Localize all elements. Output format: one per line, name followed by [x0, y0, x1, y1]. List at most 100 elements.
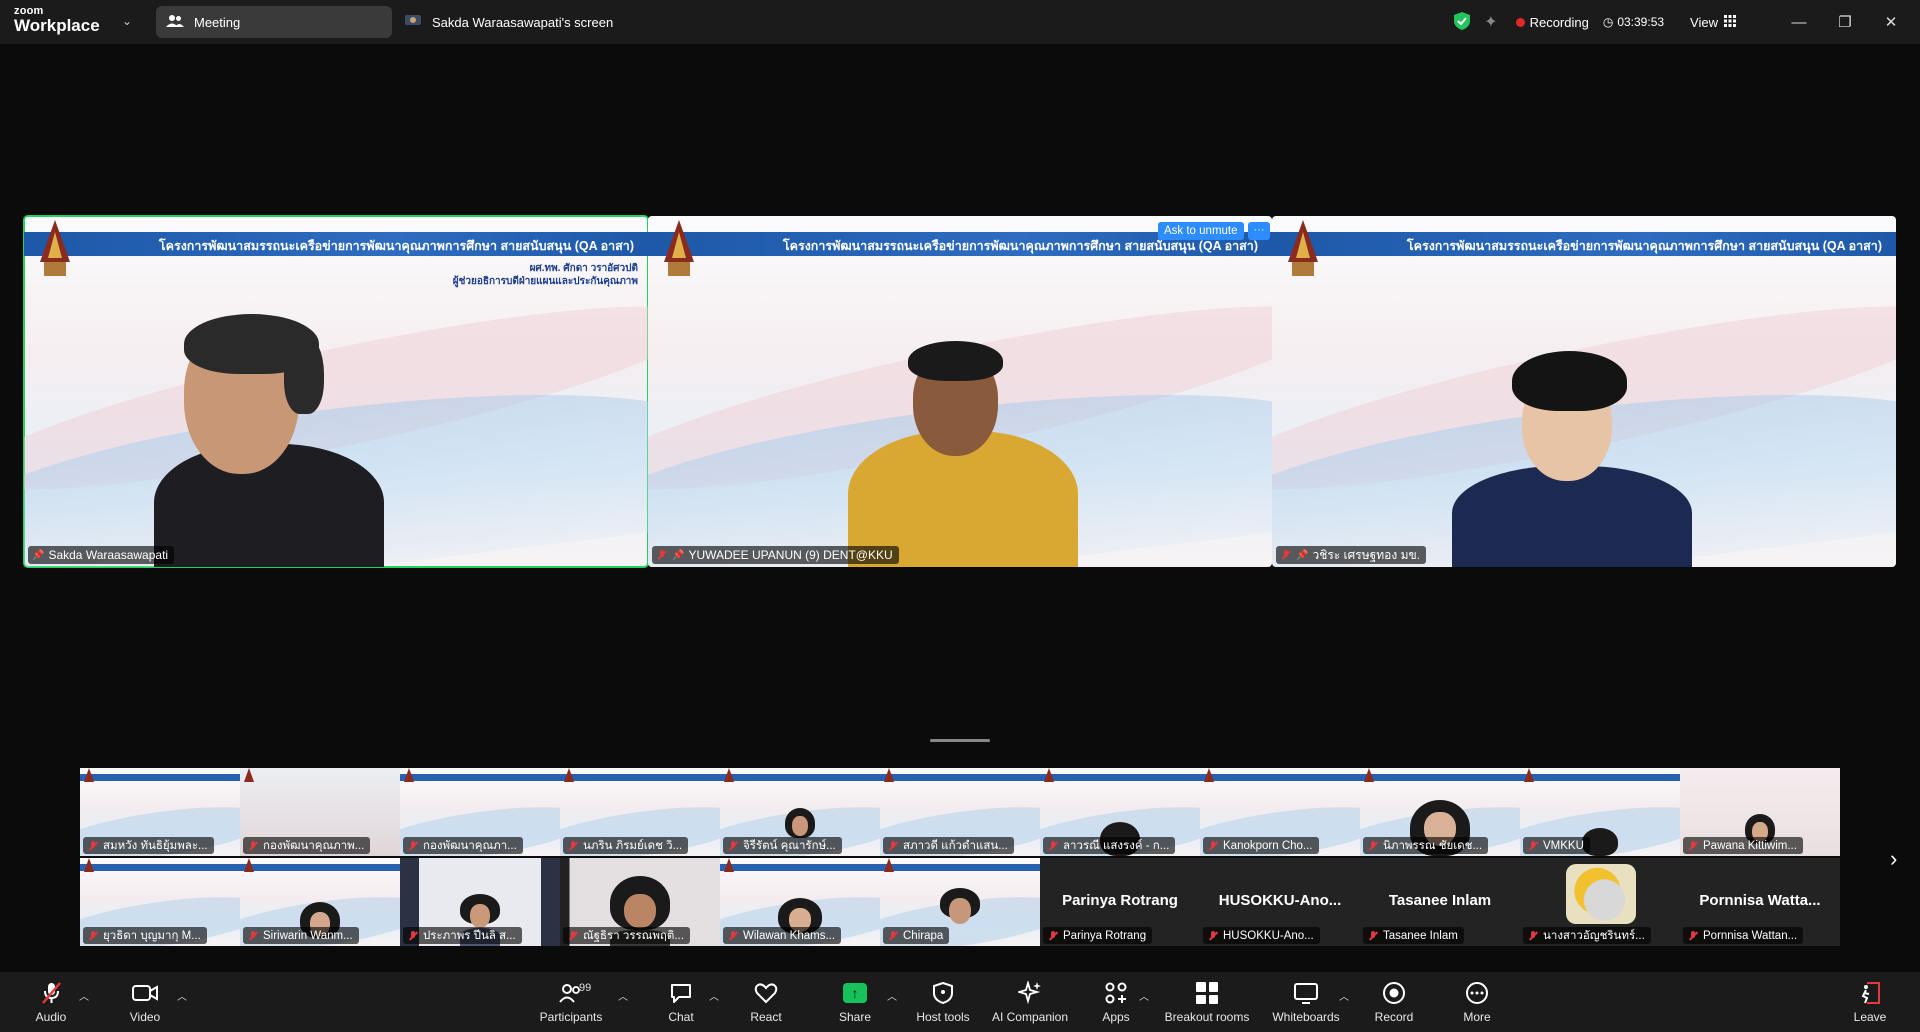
- slide-presenter-info: ผศ.ทพ. ศักดา วราอัศวปติ ผู้ช่วยอธิการบดี…: [453, 262, 638, 288]
- participant-name: ณัฐธิรา วรรณพฤติ...: [583, 929, 684, 942]
- participant-name-tag: นิภาพรรณ ชัยเดช...: [1363, 837, 1489, 854]
- minimize-icon[interactable]: —: [1776, 14, 1822, 31]
- slide-banner: [560, 774, 720, 781]
- thumbnail-tile[interactable]: กองพัฒนาคุณภาพ...: [240, 768, 400, 856]
- participant-name-tag: Pawana Kittiwim...: [1683, 837, 1803, 854]
- leave-button[interactable]: Leave: [1827, 980, 1913, 1024]
- thumbnail-tile[interactable]: นิภาพรรณ ชัยเดช...: [1360, 768, 1520, 856]
- tile-more-options-button[interactable]: ···: [1248, 222, 1270, 240]
- pin-icon: 📌: [1296, 549, 1309, 561]
- meeting-timer: 03:39:53: [1617, 15, 1665, 29]
- video-tile-active-speaker[interactable]: โครงการพัฒนาสมรรถนะเครือข่ายการพัฒนาคุณภ…: [23, 215, 649, 568]
- slide-banner: [80, 774, 240, 781]
- tab-meeting[interactable]: Meeting: [156, 6, 392, 38]
- thumbnail-tile[interactable]: ณัฐธิรา วรรณพฤติ...: [560, 858, 720, 946]
- thumbnail-tile[interactable]: จิรีรัตน์ คุณารักษ์...: [720, 768, 880, 856]
- video-tile[interactable]: โครงการพัฒนาสมรรถนะเครือข่ายการพัฒนาคุณภ…: [1272, 216, 1896, 567]
- university-crest-icon: [724, 858, 734, 872]
- record-icon: [1380, 980, 1408, 1006]
- thumbnail-tile[interactable]: สภาวดี แก้วดำแสน...: [880, 768, 1040, 856]
- chevron-down-icon[interactable]: ⌄: [122, 14, 132, 28]
- participant-name: กองพัฒนาคุณภา...: [423, 839, 517, 852]
- tab-shared-screen[interactable]: Sakda Waraasawapati's screen: [404, 6, 613, 38]
- audio-options-chevron-icon[interactable]: ︿: [79, 988, 89, 1003]
- tab-shared-screen-label: Sakda Waraasawapati's screen: [432, 14, 614, 30]
- ask-to-unmute-button[interactable]: Ask to unmute: [1158, 222, 1244, 240]
- heart-icon: [752, 980, 780, 1006]
- participant-name: Pornnisa Wattan...: [1703, 929, 1798, 942]
- slide-banner: [880, 774, 1040, 781]
- thumbnail-tile[interactable]: Tasanee Inlam Tasanee Inlam: [1360, 858, 1520, 946]
- university-crest-icon: [564, 768, 574, 782]
- pin-icon: 📌: [672, 549, 685, 561]
- participant-name: VMKKU: [1543, 839, 1584, 852]
- mic-off-icon: [1367, 840, 1379, 852]
- university-crest-icon: [884, 768, 894, 782]
- thumbnail-tile[interactable]: VMKKU: [1520, 768, 1680, 856]
- grid-view-icon: [1724, 14, 1736, 30]
- chat-options-chevron-icon[interactable]: ︿: [709, 988, 719, 1003]
- thumbnail-tile[interactable]: นภริน ภิรมย์เดช วิ...: [560, 768, 720, 856]
- resize-handle[interactable]: [930, 739, 990, 742]
- shield-check-icon[interactable]: [1454, 11, 1471, 33]
- view-button[interactable]: View: [1690, 14, 1736, 30]
- slide-banner: [1040, 774, 1200, 781]
- thumbnail-tile[interactable]: Parinya Rotrang Parinya Rotrang: [1040, 858, 1200, 946]
- mic-off-icon: [1280, 549, 1292, 561]
- participants-button[interactable]: 99 Participants: [528, 980, 614, 1024]
- mic-off-icon: [1367, 930, 1379, 942]
- slide-banner: [720, 864, 880, 871]
- apps-options-chevron-icon[interactable]: ︿: [1139, 988, 1149, 1003]
- participant-name: ลาวรณี แสงรงค์ - ก...: [1063, 839, 1170, 852]
- share-options-chevron-icon[interactable]: ︿: [887, 988, 897, 1003]
- participant-name: Tasanee Inlam: [1383, 929, 1458, 942]
- participant-name: จิรีรัตน์ คุณารักษ์...: [743, 839, 836, 852]
- participant-name: Pawana Kittiwim...: [1703, 839, 1797, 852]
- share-button[interactable]: ↑ Share: [812, 980, 898, 1024]
- whiteboards-options-chevron-icon[interactable]: ︿: [1339, 988, 1349, 1003]
- restore-icon[interactable]: ❐: [1822, 13, 1868, 31]
- thumbnail-tile[interactable]: สมหวัง ทันธิยุ้มพละ...: [80, 768, 240, 856]
- whiteboards-button[interactable]: Whiteboards: [1263, 980, 1349, 1024]
- video-options-chevron-icon[interactable]: ︿: [177, 988, 187, 1003]
- participant-name-tag: ณัฐธิรา วรรณพฤติ...: [563, 927, 690, 944]
- leave-icon: [1856, 980, 1884, 1006]
- thumbnail-tile[interactable]: ยุวธิดา บุญมากุ M...: [80, 858, 240, 946]
- thumbnail-tile[interactable]: Siriwarin Wanm...: [240, 858, 400, 946]
- react-button[interactable]: React: [723, 980, 809, 1024]
- thumbnail-tile[interactable]: นางสาวอัญชรินทร์...: [1520, 858, 1680, 946]
- sparkle-icon[interactable]: ✦: [1484, 12, 1497, 32]
- chat-icon: [667, 980, 695, 1006]
- thumbnail-tile[interactable]: Pawana Kittiwim...: [1680, 768, 1840, 856]
- close-icon[interactable]: ✕: [1868, 13, 1914, 31]
- thumbnail-tile[interactable]: ลาวรณี แสงรงค์ - ก...: [1040, 768, 1200, 856]
- participant-name-tag: Wilawan Khams...: [723, 927, 842, 944]
- thumbnail-tile[interactable]: Wilawan Khams...: [720, 858, 880, 946]
- recording-label[interactable]: Recording: [1530, 15, 1589, 30]
- participant-name: Kanokporn Cho...: [1223, 839, 1313, 852]
- host-tools-button[interactable]: Host tools: [900, 980, 986, 1024]
- participant-name: Wilawan Khams...: [743, 929, 836, 942]
- participants-options-chevron-icon[interactable]: ︿: [618, 988, 628, 1003]
- breakout-rooms-button[interactable]: Breakout rooms: [1164, 980, 1250, 1024]
- more-button[interactable]: More: [1434, 980, 1520, 1024]
- mic-off-icon: [37, 980, 65, 1006]
- zoom-logo[interactable]: zoom Workplace: [14, 6, 100, 35]
- thumbnail-tile[interactable]: ประภาพร ปีนลิ ส...: [400, 858, 560, 946]
- mic-off-icon: [887, 930, 899, 942]
- participant-name: ประภาพร ปีนลิ ส...: [423, 929, 516, 942]
- university-crest-icon: [724, 768, 734, 782]
- thumbnail-tile[interactable]: HUSOKKU-Ano... HUSOKKU-Ano...: [1200, 858, 1360, 946]
- record-button[interactable]: Record: [1351, 980, 1437, 1024]
- thumbnail-tile[interactable]: Pornnisa Watta... Pornnisa Wattan...: [1680, 858, 1840, 946]
- chevron-right-icon[interactable]: ›: [1890, 846, 1897, 872]
- video-button[interactable]: Video: [102, 980, 188, 1024]
- thumbnail-tile[interactable]: กองพัฒนาคุณภา...: [400, 768, 560, 856]
- participant-name-tag: 📌 YUWADEE UPANUN (9) DENT@KKU: [652, 546, 899, 564]
- thumbnail-tile[interactable]: Chirapa: [880, 858, 1040, 946]
- video-tile[interactable]: โครงการพัฒนาสมรรถนะเครือข่ายการพัฒนาคุณภ…: [648, 216, 1272, 567]
- apps-label: Apps: [1102, 1010, 1130, 1024]
- thumbnail-tile[interactable]: Kanokporn Cho...: [1200, 768, 1360, 856]
- ai-companion-button[interactable]: AI Companion: [987, 980, 1073, 1024]
- slide-banner: [1200, 774, 1360, 781]
